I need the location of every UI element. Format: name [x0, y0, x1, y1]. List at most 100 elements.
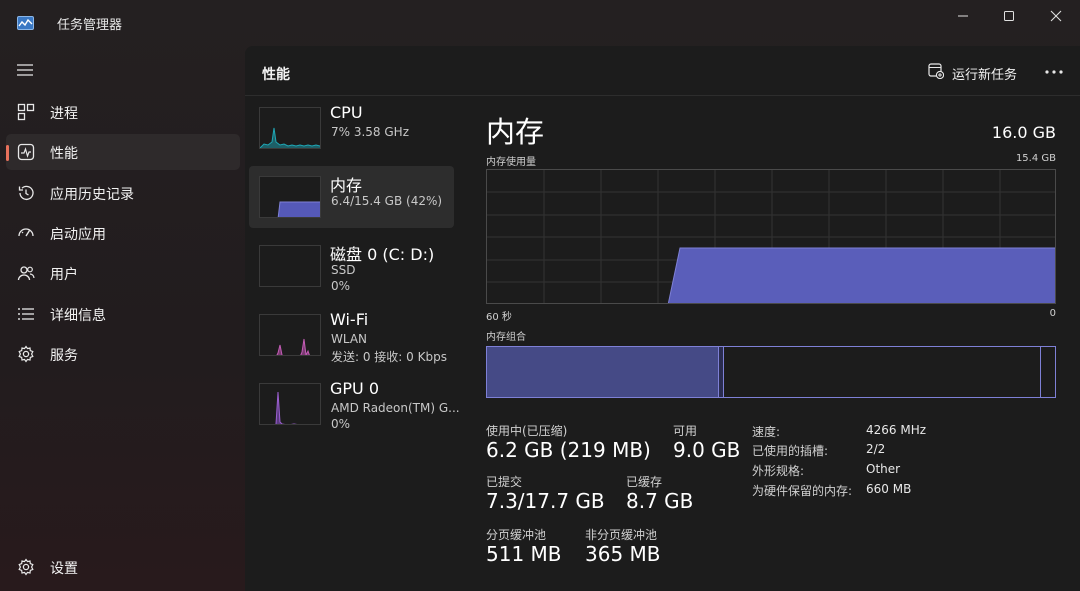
- settings-gear-icon: [18, 558, 34, 576]
- axis-left-label: 60 秒: [486, 312, 512, 323]
- sidebar-item-label: 进程: [50, 106, 78, 122]
- close-button[interactable]: [1033, 0, 1079, 32]
- resource-subtitle: SSD: [331, 263, 356, 277]
- slots-used-value: 2/2: [866, 442, 886, 456]
- resource-item-wifi[interactable]: Wi-Fi WLAN 发送: 0 接收: 0 Kbps: [249, 304, 454, 366]
- processes-icon: [17, 103, 35, 121]
- task-manager-app-icon: [17, 16, 34, 30]
- disk-thumbnail-graph: [259, 245, 321, 287]
- sidebar-item-label: 启动应用: [50, 227, 106, 243]
- available-label: 可用: [673, 424, 698, 438]
- app-history-icon: [18, 185, 34, 201]
- resource-item-memory[interactable]: 内存 6.4/15.4 GB (42%): [249, 166, 454, 228]
- sidebar-item-settings[interactable]: 设置: [6, 549, 240, 585]
- nonpaged-pool-label: 非分页缓冲池: [585, 528, 658, 542]
- sidebar-item-label: 详细信息: [50, 308, 106, 324]
- in-use-value: 6.2 GB (219 MB): [486, 438, 651, 462]
- resource-name: GPU 0: [330, 379, 380, 398]
- maximize-icon: [1004, 11, 1014, 21]
- sidebar-item-details[interactable]: 详细信息: [6, 296, 240, 332]
- resource-value: 0%: [331, 279, 351, 293]
- speed-value: 4266 MHz: [866, 423, 927, 437]
- minimize-button[interactable]: [940, 0, 986, 32]
- memory-composition-bar: [486, 346, 1056, 398]
- settings-label: 设置: [50, 561, 78, 577]
- details-icon: [18, 308, 34, 320]
- resource-item-gpu[interactable]: GPU 0 AMD Radeon(TM) G... 0%: [249, 373, 460, 435]
- composition-free: [1040, 347, 1054, 397]
- resource-item-cpu[interactable]: CPU 7% 3.58 GHz: [249, 97, 454, 159]
- title-bar: 任务管理器: [0, 0, 1080, 46]
- memory-thumbnail-graph: [259, 176, 321, 218]
- in-use-label: 使用中(已压缩): [486, 424, 568, 438]
- paged-pool-label: 分页缓冲池: [486, 528, 547, 542]
- resource-value: 发送: 0 接收: 0 Kbps: [331, 350, 447, 364]
- memory-detail-panel: 内存 16.0 GB 内存使用量 15.4 GB 60 秒 0 内存组合 使用中…: [470, 97, 1080, 591]
- resource-name: 内存: [330, 176, 363, 195]
- memory-usage-graph: [486, 169, 1056, 304]
- resource-name: Wi-Fi: [330, 310, 369, 329]
- committed-value: 7.3/17.7 GB: [486, 489, 605, 513]
- speed-key: 速度:: [752, 425, 781, 439]
- sidebar-item-label: 服务: [50, 348, 78, 364]
- sidebar-item-users[interactable]: 用户: [6, 255, 240, 291]
- window-title: 任务管理器: [57, 18, 123, 33]
- slots-used-key: 已使用的插槽:: [752, 444, 829, 458]
- composition-modified: [718, 347, 724, 397]
- gpu-thumbnail-graph: [259, 383, 321, 425]
- users-icon: [17, 266, 35, 281]
- hardware-reserved-key: 为硬件保留的内存:: [752, 484, 853, 498]
- more-options-icon: [1045, 70, 1063, 74]
- sidebar-item-label: 应用历史记录: [50, 187, 134, 203]
- nonpaged-pool-value: 365 MB: [585, 542, 661, 566]
- hardware-reserved-value: 660 MB: [866, 482, 912, 496]
- resource-item-disk[interactable]: 磁盘 0 (C: D:) SSD 0%: [249, 235, 454, 297]
- hamburger-menu-icon[interactable]: [17, 63, 33, 77]
- sidebar-item-label: 性能: [50, 146, 78, 162]
- main-header: 性能 运行新任务: [245, 46, 1080, 96]
- startup-icon: [18, 228, 34, 237]
- resource-list: CPU 7% 3.58 GHz 内存 6.4/15.4 GB (42%) 磁盘 …: [245, 97, 470, 591]
- run-new-task-label: 运行新任务: [952, 68, 1018, 83]
- services-icon: [18, 345, 34, 363]
- available-value: 9.0 GB: [673, 438, 741, 462]
- cached-label: 已缓存: [626, 475, 663, 489]
- resource-subtitle: 7% 3.58 GHz: [331, 125, 410, 139]
- page-title: 性能: [262, 67, 290, 83]
- resource-subtitle: 6.4/15.4 GB (42%): [331, 194, 443, 208]
- main-panel: 性能 运行新任务 CPU 7% 3.58 GHz 内存 6.4/15.4 GB …: [245, 46, 1080, 591]
- form-factor-value: Other: [866, 462, 901, 476]
- sidebar-item-startup[interactable]: 启动应用: [6, 215, 240, 251]
- resource-value: 0%: [331, 417, 351, 431]
- task-manager-window: 任务管理器 进程 性能 应用历史记录 启动应用 用户 详细信息 服务 设置 性能…: [0, 0, 1080, 591]
- composition-label: 内存组合: [486, 332, 526, 343]
- resource-name: 磁盘 0 (C: D:): [330, 245, 435, 264]
- usage-graph-label: 内存使用量: [486, 157, 536, 168]
- run-new-task-button[interactable]: 运行新任务: [928, 60, 1028, 84]
- resource-subtitle: WLAN: [331, 332, 368, 346]
- paged-pool-value: 511 MB: [486, 542, 562, 566]
- sidebar-nav: 进程 性能 应用历史记录 启动应用 用户 详细信息 服务 设置: [0, 46, 245, 591]
- memory-total: 16.0 GB: [991, 123, 1056, 142]
- committed-label: 已提交: [486, 475, 523, 489]
- axis-right-label: 0: [1049, 308, 1056, 319]
- run-new-task-icon: [928, 63, 944, 79]
- sidebar-item-performance[interactable]: 性能: [6, 134, 240, 170]
- resource-name: CPU: [330, 103, 363, 122]
- minimize-icon: [958, 15, 968, 17]
- composition-in-use: [487, 347, 718, 397]
- performance-icon: [17, 143, 35, 161]
- cached-value: 8.7 GB: [626, 489, 694, 513]
- memory-usage-area: [667, 247, 1055, 303]
- cpu-thumbnail-graph: [259, 107, 321, 149]
- close-icon: [1050, 10, 1062, 22]
- wifi-thumbnail-graph: [259, 314, 321, 356]
- sidebar-item-services[interactable]: 服务: [6, 336, 240, 372]
- more-options-button[interactable]: [1042, 60, 1066, 84]
- sidebar-item-processes[interactable]: 进程: [6, 94, 240, 130]
- form-factor-key: 外形规格:: [752, 464, 805, 478]
- sidebar-item-app-history[interactable]: 应用历史记录: [6, 175, 240, 211]
- active-indicator: [6, 145, 9, 161]
- maximize-button[interactable]: [986, 0, 1032, 32]
- resource-subtitle: AMD Radeon(TM) G...: [331, 401, 460, 415]
